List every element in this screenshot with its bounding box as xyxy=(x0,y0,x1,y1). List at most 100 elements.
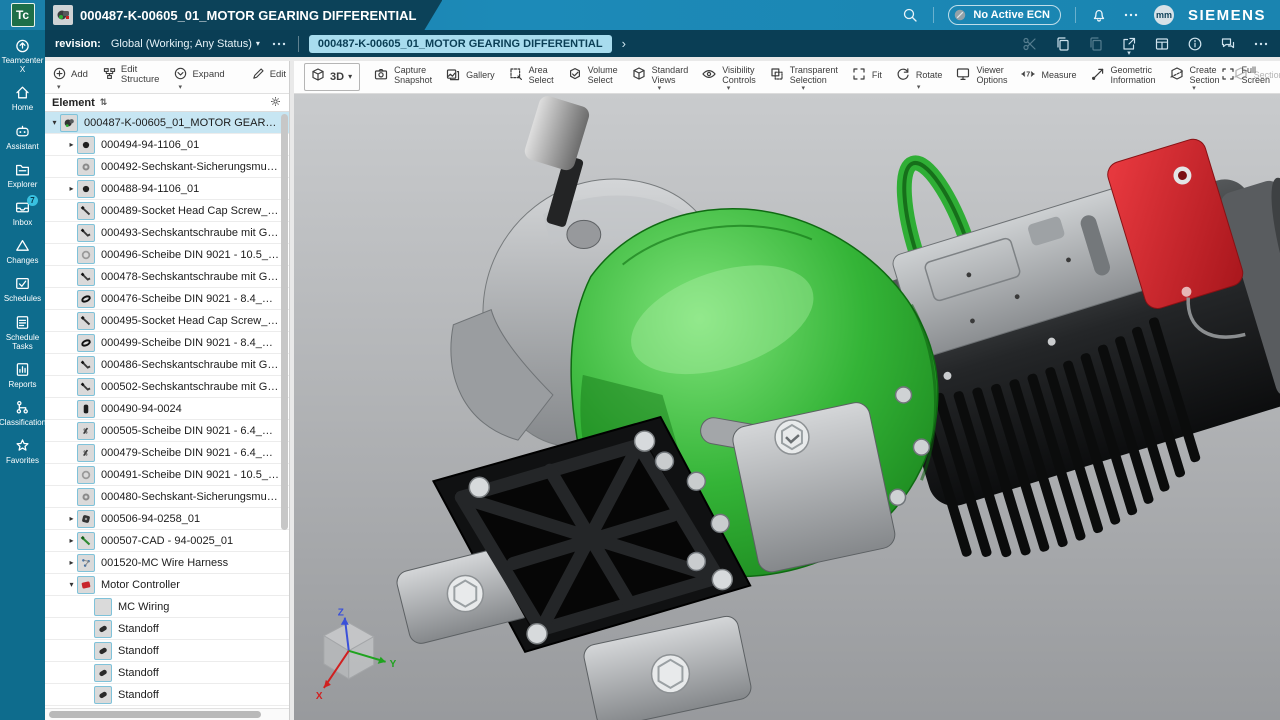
part-type-icon xyxy=(77,246,95,264)
feedback-icon[interactable] xyxy=(1219,35,1237,53)
open-icon[interactable]: ▾ xyxy=(1120,35,1138,53)
revision-more-icon[interactable] xyxy=(270,35,288,53)
tree-row[interactable]: 000502-Sechskantschraube mit Gewinde bis… xyxy=(45,376,289,398)
schedules-icon xyxy=(14,275,31,292)
tree-row[interactable]: ▸000488-94-1106_01 xyxy=(45,178,289,200)
sidebar-item-teamcenter-x[interactable]: Teamcenter X xyxy=(0,32,45,79)
measure-button[interactable]: 7Measure xyxy=(1020,64,1076,90)
layout-icon[interactable] xyxy=(1153,35,1171,53)
visibility-controls-button[interactable]: VisibilityControls▾ xyxy=(701,64,756,91)
sidebar-item-label: Schedules xyxy=(4,294,41,303)
tree-row[interactable]: ▾000487-K-00605_01_MOTOR GEARING DIFFERE… xyxy=(45,112,289,134)
tree-row[interactable]: 000490-94-0024 xyxy=(45,398,289,420)
tree-row[interactable]: Standoff xyxy=(45,684,289,706)
edit-structure-button[interactable]: EditStructure xyxy=(101,63,161,91)
copy-icon[interactable] xyxy=(1054,35,1072,53)
sidebar-item-label: Teamcenter X xyxy=(1,56,44,74)
tree-row[interactable]: 000480-Sechskant-Sicherungsmutter ISO 70… xyxy=(45,486,289,508)
favorites-icon xyxy=(14,437,31,454)
tree-row[interactable]: 000495-Socket Head Cap Screw_ISO_ISO 476… xyxy=(45,310,289,332)
column-settings-gear-icon[interactable] xyxy=(269,95,282,111)
3d-model-canvas[interactable]: Z Y X xyxy=(294,94,1280,720)
sidebar-item-inbox[interactable]: 7Inbox xyxy=(0,194,45,232)
sidebar-item-schedule-tasks[interactable]: Schedule Tasks xyxy=(0,309,45,356)
tree-vertical-scrollbar[interactable] xyxy=(281,114,288,692)
area-select-button[interactable]: AreaSelect xyxy=(508,64,554,91)
sort-icon[interactable]: ⇅ xyxy=(100,97,108,108)
tree-row[interactable]: 000476-Scheibe DIN 9021 - 8.4_Washer DIN… xyxy=(45,288,289,310)
breadcrumb[interactable]: 000487-K-00605_01_MOTOR GEARING DIFFEREN… xyxy=(309,35,612,53)
tree-row[interactable]: ▸000494-94-1106_01 xyxy=(45,134,289,156)
transparent-selection-button[interactable]: TransparentSelection▾ xyxy=(769,64,838,91)
part-label: Motor Controller xyxy=(101,579,180,591)
tree-row[interactable]: Standoff xyxy=(45,640,289,662)
user-avatar[interactable]: mm xyxy=(1154,5,1174,25)
tree-row[interactable]: ▸001520-MC Wire Harness xyxy=(45,552,289,574)
tree-row[interactable]: 000492-Sechskant-Sicherungsmutter ISO 70… xyxy=(45,156,289,178)
tree-row[interactable]: ▸000506-94-0258_01 xyxy=(45,508,289,530)
more-icon[interactable] xyxy=(1252,35,1270,53)
sidebar-item-favorites[interactable]: Favorites xyxy=(0,432,45,470)
capture-snapshot-button[interactable]: CaptureSnapshot xyxy=(373,64,432,91)
fit-button[interactable]: Fit xyxy=(851,64,882,90)
sidebar-item-changes[interactable]: Changes xyxy=(0,232,45,270)
edit-button[interactable]: Edit xyxy=(250,64,287,90)
search-icon[interactable] xyxy=(901,6,919,24)
expand-caret-icon[interactable]: ▸ xyxy=(66,536,77,545)
tree-row[interactable]: 000499-Scheibe DIN 9021 - 8.4_Washer DIN… xyxy=(45,332,289,354)
sidebar-item-explorer[interactable]: Explorer xyxy=(0,156,45,194)
expand-caret-icon[interactable]: ▾ xyxy=(66,580,77,589)
tree-row[interactable]: 000479-Scheibe DIN 9021 - 6.4_Washer DIN… xyxy=(45,442,289,464)
viewer-options-button[interactable]: ViewerOptions xyxy=(955,64,1007,91)
tree-row[interactable]: 000478-Sechskantschraube mit Gewinde bis… xyxy=(45,266,289,288)
tree-row[interactable]: 000489-Socket Head Cap Screw_ISO_ISO 476… xyxy=(45,200,289,222)
tree-row[interactable]: MC Wiring xyxy=(45,596,289,618)
sidebar-item-reports[interactable]: Reports xyxy=(0,356,45,394)
tc-logo[interactable]: Tc xyxy=(0,0,45,30)
add-button[interactable]: Add▾ xyxy=(51,64,89,90)
part-type-icon xyxy=(77,202,95,220)
tree-horizontal-scrollbar[interactable] xyxy=(45,708,289,720)
tree-row[interactable]: ▸ 000507-CAD - 94-0025_01 xyxy=(45,530,289,552)
gallery-button[interactable]: Gallery xyxy=(445,64,495,90)
expand-caret-icon[interactable]: ▸ xyxy=(66,140,77,149)
sidebar-item-schedules[interactable]: Schedules xyxy=(0,270,45,308)
info-icon[interactable] xyxy=(1186,35,1204,53)
expand-button[interactable]: Expand▾ xyxy=(172,64,225,90)
more-options-icon[interactable] xyxy=(1122,6,1140,24)
tree-row[interactable]: Standoff xyxy=(45,706,289,708)
expand-caret-icon[interactable]: ▸ xyxy=(66,514,77,523)
notifications-bell-icon[interactable] xyxy=(1090,6,1108,24)
active-item-tab[interactable]: 000487-K-00605_01_MOTOR GEARING DIFFEREN… xyxy=(45,0,442,30)
rotate-button[interactable]: Rotate▾ xyxy=(895,64,943,90)
tree-row[interactable]: 000505-Scheibe DIN 9021 - 6.4_Washer DIN… xyxy=(45,420,289,442)
tree-row[interactable]: ▾ Motor Controller xyxy=(45,574,289,596)
tree-row[interactable]: Standoff xyxy=(45,618,289,640)
part-label: 000489-Socket Head Cap Screw_ISO_ISO 476… xyxy=(101,205,279,217)
revision-rule-dropdown[interactable]: Global (Working; Any Status)▾ xyxy=(111,38,260,50)
tree-row[interactable]: 000486-Sechskantschraube mit Gewinde bis… xyxy=(45,354,289,376)
standard-views-button[interactable]: StandardViews▾ xyxy=(631,64,689,91)
3d-icon xyxy=(310,67,326,86)
create-section-button[interactable]: CreateSection▾ xyxy=(1169,64,1220,91)
part-label: 000507-CAD - 94-0025_01 xyxy=(101,535,233,547)
3d-button[interactable]: 3D▾ xyxy=(304,63,360,90)
full-screen-button[interactable]: FullScreen xyxy=(1220,64,1270,91)
sidebar-item-classification[interactable]: Classification xyxy=(0,394,45,432)
expand-caret-icon[interactable]: ▾ xyxy=(49,118,60,127)
visibility-controls-icon xyxy=(701,66,717,85)
geometric-information-button[interactable]: GeometricInformation xyxy=(1090,64,1156,91)
breadcrumb-chevron-icon[interactable]: › xyxy=(622,36,626,51)
ecn-status-pill[interactable]: No Active ECN xyxy=(948,5,1061,25)
tree-row[interactable]: 000493-Sechskantschraube mit Gewinde bis… xyxy=(45,222,289,244)
part-label: MC Wiring xyxy=(118,601,169,613)
tree-row[interactable]: Standoff xyxy=(45,662,289,684)
expand-caret-icon[interactable]: ▸ xyxy=(66,184,77,193)
expand-caret-icon[interactable]: ▸ xyxy=(66,558,77,567)
sidebar-item-assistant[interactable]: Assistant xyxy=(0,118,45,156)
element-column-label: Element xyxy=(52,97,95,109)
tree-row[interactable]: 000496-Scheibe DIN 9021 - 10.5_Washer DI… xyxy=(45,244,289,266)
tree-row[interactable]: 000491-Scheibe DIN 9021 - 10.5_Washer DI… xyxy=(45,464,289,486)
sidebar-item-home[interactable]: Home xyxy=(0,79,45,117)
volume-select-button[interactable]: VolumeSelect xyxy=(567,64,618,91)
